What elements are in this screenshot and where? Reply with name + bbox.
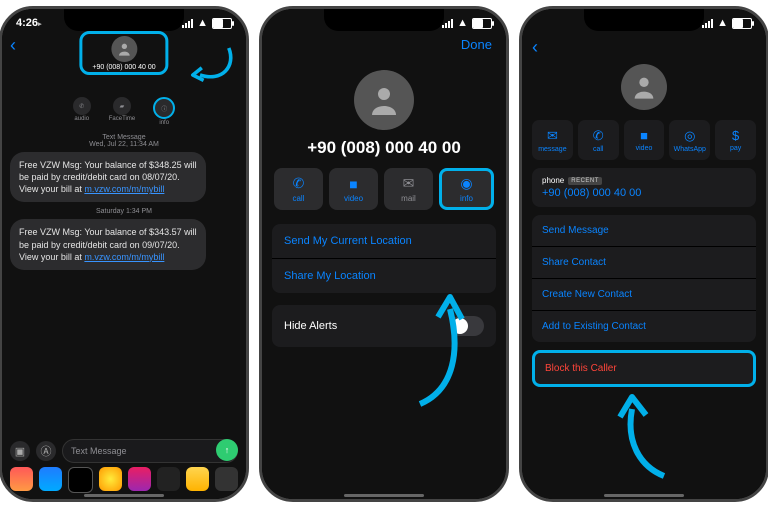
message-button[interactable]: ✉message: [532, 120, 573, 160]
app-dock: [2, 467, 246, 493]
notch: [64, 9, 184, 31]
phone-value: +90 (008) 000 40 00: [542, 187, 746, 199]
message-bubble[interactable]: Free VZW Msg: Your balance of $343.57 wi…: [10, 219, 206, 269]
add-to-existing-contact-button[interactable]: Add to Existing Contact: [532, 311, 756, 342]
call-button[interactable]: ✆call: [578, 120, 619, 160]
hide-alerts-row: Hide Alerts: [272, 305, 496, 347]
back-button[interactable]: ‹: [522, 33, 766, 58]
person-icon: ◉: [460, 175, 472, 192]
phone-icon: ✆: [73, 97, 91, 115]
annotation-arrow-icon: [182, 39, 236, 93]
contact-number: +90 (008) 000 40 00: [262, 138, 506, 158]
apps-button[interactable]: Ⓐ: [36, 441, 56, 461]
phone-messages: 4:26▸ ▲ ‹ +90 (008) 000 40 00 ✆: [0, 6, 249, 502]
create-new-contact-button[interactable]: Create New Contact: [532, 279, 756, 311]
home-indicator[interactable]: [604, 494, 684, 497]
message-placeholder: Text Message: [71, 446, 127, 456]
done-button[interactable]: Done: [461, 37, 492, 52]
message-input[interactable]: Text Message ↑: [62, 439, 238, 463]
bill-link[interactable]: m.vzw.com/m/mybill: [84, 252, 164, 262]
recent-badge: RECENT: [568, 177, 602, 185]
pay-icon: $: [732, 128, 739, 143]
call-button[interactable]: ✆call: [274, 168, 323, 210]
timestamp-label: Text Message Wed, Jul 22, 11:34 AM: [10, 134, 238, 148]
hide-alerts-toggle[interactable]: [450, 316, 484, 336]
dock-app[interactable]: [10, 467, 33, 491]
avatar-icon: [111, 36, 137, 62]
send-message-button[interactable]: Send Message: [532, 215, 756, 247]
dock-app[interactable]: [39, 467, 62, 491]
send-button[interactable]: ↑: [216, 439, 238, 461]
back-button[interactable]: ‹: [10, 35, 16, 56]
video-button[interactable]: ■video: [624, 120, 665, 160]
video-icon: ▰: [113, 97, 131, 115]
wifi-icon: ▲: [717, 17, 728, 29]
dock-app[interactable]: [68, 467, 93, 493]
facetime-button[interactable]: ▰ FaceTime: [109, 97, 135, 126]
dock-app[interactable]: [128, 467, 151, 491]
block-this-caller-button[interactable]: Block this Caller: [532, 350, 756, 387]
battery-icon: [212, 18, 232, 29]
notch: [584, 9, 704, 31]
contact-header[interactable]: +90 (008) 000 40 00: [79, 31, 168, 75]
audio-button[interactable]: ✆ audio: [73, 97, 91, 126]
home-indicator[interactable]: [344, 494, 424, 497]
battery-icon: [732, 18, 752, 29]
send-current-location-button[interactable]: Send My Current Location: [272, 224, 496, 259]
wifi-icon: ▲: [197, 17, 208, 29]
video-icon: ■: [640, 128, 648, 143]
phone-info: ▲ Done +90 (008) 000 40 00 ✆call ■video …: [259, 6, 509, 502]
message-bubble[interactable]: Free VZW Msg: Your balance of $348.25 wi…: [10, 152, 206, 202]
composer-bar: ▣ Ⓐ Text Message ↑: [2, 439, 246, 463]
info-icon: ⓘ: [153, 97, 175, 119]
timestamp-label: Saturday 1:34 PM: [10, 208, 238, 215]
phone-contact-card: ▲ ‹ ✉message ✆call ■video ◎WhatsApp $pay…: [519, 6, 768, 502]
whatsapp-icon: ◎: [684, 128, 695, 144]
info-button[interactable]: ◉info: [439, 168, 494, 210]
mail-icon: ✉: [403, 175, 415, 192]
whatsapp-button[interactable]: ◎WhatsApp: [669, 120, 710, 160]
cellular-icon: [702, 19, 713, 28]
avatar-icon: [354, 70, 414, 130]
annotation-arrow-icon: [604, 391, 684, 481]
dock-app[interactable]: [186, 467, 209, 491]
camera-button[interactable]: ▣: [10, 441, 30, 461]
share-my-location-button[interactable]: Share My Location: [272, 259, 496, 293]
cellular-icon: [442, 19, 453, 28]
bill-link[interactable]: m.vzw.com/m/mybill: [84, 184, 164, 194]
dock-app[interactable]: [99, 467, 122, 491]
dock-app[interactable]: [157, 467, 180, 491]
cellular-icon: [182, 19, 193, 28]
home-indicator[interactable]: [84, 494, 164, 497]
notch: [324, 9, 444, 31]
info-button[interactable]: ⓘ info: [153, 97, 175, 126]
mail-button[interactable]: ✉mail: [384, 168, 433, 210]
video-icon: ■: [349, 176, 357, 192]
header-actions: ✆ audio ▰ FaceTime ⓘ info: [2, 97, 246, 126]
avatar-icon: [621, 64, 667, 110]
phone-field[interactable]: phoneRECENT +90 (008) 000 40 00: [532, 168, 756, 207]
contact-number: +90 (008) 000 40 00: [92, 64, 155, 71]
status-time: 4:26▸: [16, 17, 42, 29]
phone-icon: ✆: [593, 128, 604, 144]
wifi-icon: ▲: [457, 17, 468, 29]
phone-icon: ✆: [293, 175, 305, 192]
video-button[interactable]: ■video: [329, 168, 378, 210]
battery-icon: [472, 18, 492, 29]
share-contact-button[interactable]: Share Contact: [532, 247, 756, 279]
dock-app[interactable]: [215, 467, 238, 491]
pay-button[interactable]: $pay: [715, 120, 756, 160]
message-icon: ✉: [547, 128, 558, 144]
